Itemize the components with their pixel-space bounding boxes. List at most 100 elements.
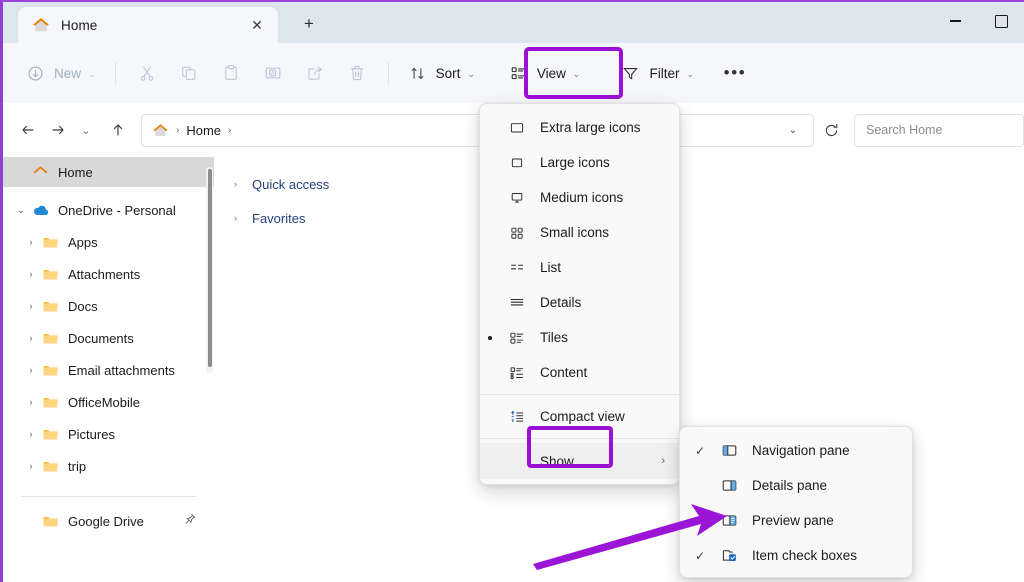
chevron-down-icon: ⌄ bbox=[572, 68, 581, 79]
filter-button[interactable]: Filter ⌄ bbox=[612, 55, 703, 91]
submenu-item-label: Item check boxes bbox=[752, 548, 858, 563]
back-button[interactable] bbox=[13, 115, 43, 145]
share-icon[interactable] bbox=[294, 55, 336, 91]
list-icon bbox=[506, 258, 528, 278]
onedrive-icon bbox=[31, 201, 50, 219]
chevron-right-icon[interactable]: › bbox=[21, 269, 41, 280]
sort-button[interactable]: Sort ⌄ bbox=[399, 55, 484, 91]
chevron-down-icon: ⌄ bbox=[686, 68, 694, 79]
group-label: Favorites bbox=[252, 211, 306, 226]
window-controls bbox=[932, 2, 1024, 40]
chevron-right-icon[interactable]: › bbox=[21, 397, 41, 408]
sort-icon bbox=[408, 64, 427, 83]
filter-label: Filter bbox=[649, 65, 680, 81]
sidebar-item-docs[interactable]: › Docs bbox=[3, 291, 214, 321]
menu-item-label: Details bbox=[540, 295, 582, 310]
overflow-menu-button[interactable]: ••• bbox=[715, 55, 755, 91]
menu-item-small-icons[interactable]: Small icons bbox=[480, 215, 679, 250]
menu-item-compact-view[interactable]: Compact view bbox=[480, 399, 679, 434]
menu-item-extra-large-icons[interactable]: Extra large icons bbox=[480, 110, 679, 145]
new-icon bbox=[26, 64, 45, 83]
menu-item-label: Show bbox=[540, 453, 574, 469]
chevron-right-icon[interactable]: › bbox=[21, 237, 41, 248]
selected-bullet-icon bbox=[488, 335, 492, 340]
chevron-right-icon[interactable]: › bbox=[21, 365, 41, 376]
menu-item-medium-icons[interactable]: Medium icons bbox=[480, 180, 679, 215]
sidebar-item-onedrive[interactable]: ⌄ OneDrive - Personal bbox=[3, 195, 214, 225]
refresh-icon[interactable] bbox=[816, 115, 846, 145]
chevron-right-icon[interactable]: › bbox=[21, 333, 41, 344]
content-icon bbox=[506, 363, 528, 383]
menu-item-tiles[interactable]: Tiles bbox=[480, 320, 679, 355]
chevron-right-icon: › bbox=[661, 455, 665, 467]
submenu-item-item-check-boxes[interactable]: ✓ Item check boxes bbox=[680, 538, 912, 573]
close-icon[interactable]: ✕ bbox=[246, 14, 268, 36]
sidebar-item-attachments[interactable]: › Attachments bbox=[3, 259, 214, 289]
cut-icon[interactable] bbox=[126, 55, 168, 91]
chevron-down-icon[interactable]: ⌄ bbox=[781, 125, 805, 136]
submenu-item-navigation-pane[interactable]: ✓ Navigation pane bbox=[680, 433, 912, 468]
breadcrumb-home[interactable]: Home bbox=[186, 123, 221, 138]
menu-item-label: Small icons bbox=[540, 225, 610, 240]
chevron-right-icon[interactable]: › bbox=[21, 429, 41, 440]
chevron-right-icon[interactable]: › bbox=[234, 213, 250, 224]
sidebar-item-label: Docs bbox=[68, 298, 98, 314]
address-bar[interactable]: › Home › ⌄ bbox=[141, 113, 814, 147]
view-button[interactable]: View ⌄ bbox=[500, 55, 590, 91]
extra-large-icons-icon bbox=[506, 118, 528, 138]
tab-home[interactable]: Home ✕ bbox=[18, 7, 278, 43]
chevron-down-icon: ⌄ bbox=[467, 68, 475, 79]
chevron-right-icon[interactable]: › bbox=[234, 179, 250, 190]
folder-icon bbox=[41, 265, 60, 283]
chevron-right-icon[interactable]: › bbox=[21, 461, 41, 472]
search-input[interactable]: Search Home bbox=[854, 113, 1024, 147]
folder-icon bbox=[41, 425, 60, 443]
home-icon[interactable] bbox=[152, 122, 169, 139]
submenu-item-preview-pane[interactable]: Preview pane bbox=[680, 503, 912, 538]
sidebar-item-google-drive[interactable]: Google Drive bbox=[3, 506, 214, 536]
menu-item-label: Large icons bbox=[540, 155, 610, 170]
sidebar-item-trip[interactable]: › trip bbox=[3, 451, 214, 481]
details-icon bbox=[506, 293, 528, 313]
sidebar-item-documents[interactable]: › Documents bbox=[3, 323, 214, 353]
copy-icon[interactable] bbox=[168, 55, 210, 91]
menu-item-large-icons[interactable]: Large icons bbox=[480, 145, 679, 180]
sidebar-item-officemobile[interactable]: › OfficeMobile bbox=[3, 387, 214, 417]
navigation-pane: Home ⌄ OneDrive - Personal › Apps › Atta… bbox=[3, 157, 214, 582]
menu-item-list[interactable]: List bbox=[480, 250, 679, 285]
new-button[interactable]: New ⌄ bbox=[17, 55, 105, 91]
new-tab-button[interactable]: + bbox=[292, 7, 326, 41]
pin-icon[interactable] bbox=[183, 513, 197, 530]
sidebar-item-label: Apps bbox=[68, 234, 98, 250]
filter-icon bbox=[621, 64, 640, 83]
check-icon: ✓ bbox=[694, 548, 706, 563]
recent-locations-button[interactable]: ⌄ bbox=[73, 115, 99, 145]
chevron-right-icon[interactable]: › bbox=[21, 301, 41, 312]
large-icons-icon bbox=[506, 153, 528, 173]
maximize-icon[interactable] bbox=[978, 2, 1024, 40]
menu-item-content[interactable]: Content bbox=[480, 355, 679, 390]
up-button[interactable] bbox=[103, 115, 133, 145]
forward-button[interactable] bbox=[43, 115, 73, 145]
menu-item-details[interactable]: Details bbox=[480, 285, 679, 320]
search-placeholder: Search Home bbox=[866, 123, 943, 137]
sidebar-item-label: trip bbox=[68, 458, 87, 474]
menu-item-label: Content bbox=[540, 365, 588, 380]
minimize-icon[interactable] bbox=[932, 2, 978, 40]
folder-icon bbox=[41, 393, 60, 411]
submenu-item-details-pane[interactable]: Details pane bbox=[680, 468, 912, 503]
sidebar-item-apps[interactable]: › Apps bbox=[3, 227, 214, 257]
menu-item-label: Compact view bbox=[540, 409, 625, 424]
sidebar-item-email-attachments[interactable]: › Email attachments bbox=[3, 355, 214, 385]
sidebar-item-label: OneDrive - Personal bbox=[58, 202, 176, 218]
sidebar-item-home[interactable]: Home bbox=[3, 157, 214, 187]
chevron-down-icon[interactable]: ⌄ bbox=[11, 205, 31, 216]
details-pane-icon bbox=[718, 476, 740, 496]
sidebar-scrollbar[interactable] bbox=[206, 167, 213, 373]
sidebar-item-pictures[interactable]: › Pictures bbox=[3, 419, 214, 449]
delete-icon[interactable] bbox=[336, 55, 378, 91]
sort-label: Sort bbox=[435, 65, 461, 81]
paste-icon[interactable] bbox=[210, 55, 252, 91]
menu-item-show[interactable]: Show › bbox=[480, 443, 679, 479]
rename-icon[interactable]: A bbox=[252, 55, 294, 91]
